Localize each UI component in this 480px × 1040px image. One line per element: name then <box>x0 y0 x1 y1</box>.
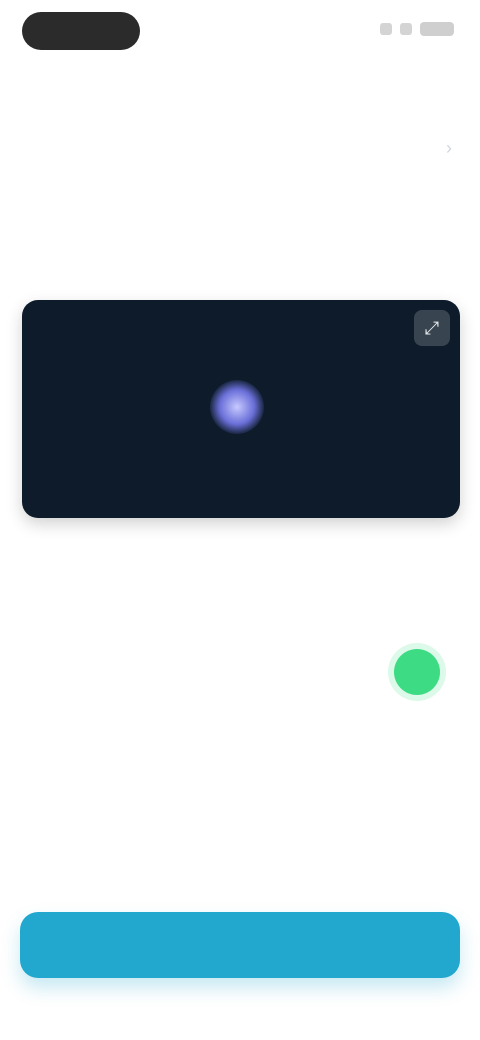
status-bar <box>0 0 480 64</box>
status-indicators <box>380 22 454 36</box>
toggle-switch[interactable] <box>394 649 440 695</box>
expand-icon[interactable]: ⤢ <box>414 310 450 346</box>
wifi-icon <box>400 23 412 35</box>
chevron-right-icon: › <box>446 137 452 158</box>
battery-icon <box>420 22 454 36</box>
signal-icon <box>380 23 392 35</box>
toggle-row[interactable] <box>36 649 440 695</box>
top-tabs <box>0 66 480 106</box>
play-icon[interactable] <box>210 380 264 434</box>
tab-active[interactable] <box>264 78 272 94</box>
settings-row[interactable]: › <box>36 132 452 164</box>
primary-action-button[interactable] <box>20 912 460 978</box>
dynamic-island <box>22 12 140 50</box>
tab-left[interactable] <box>208 78 216 94</box>
